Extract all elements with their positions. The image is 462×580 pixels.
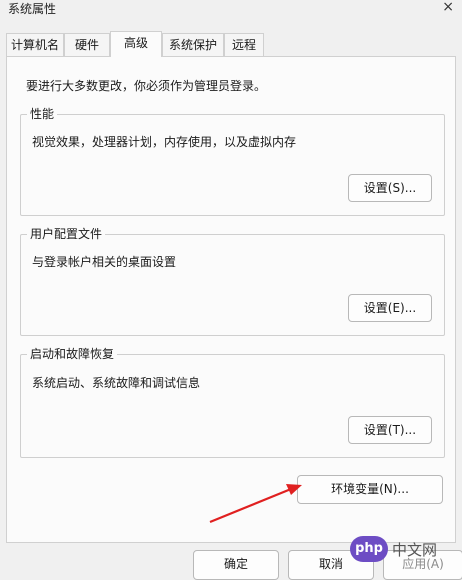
php-logo: php	[350, 536, 388, 562]
watermark-site-text: 中文网	[392, 540, 438, 559]
watermark: php 中文网	[350, 529, 437, 569]
annotation-arrow	[209, 484, 302, 524]
tab-advanced[interactable]: 高级	[110, 31, 162, 57]
